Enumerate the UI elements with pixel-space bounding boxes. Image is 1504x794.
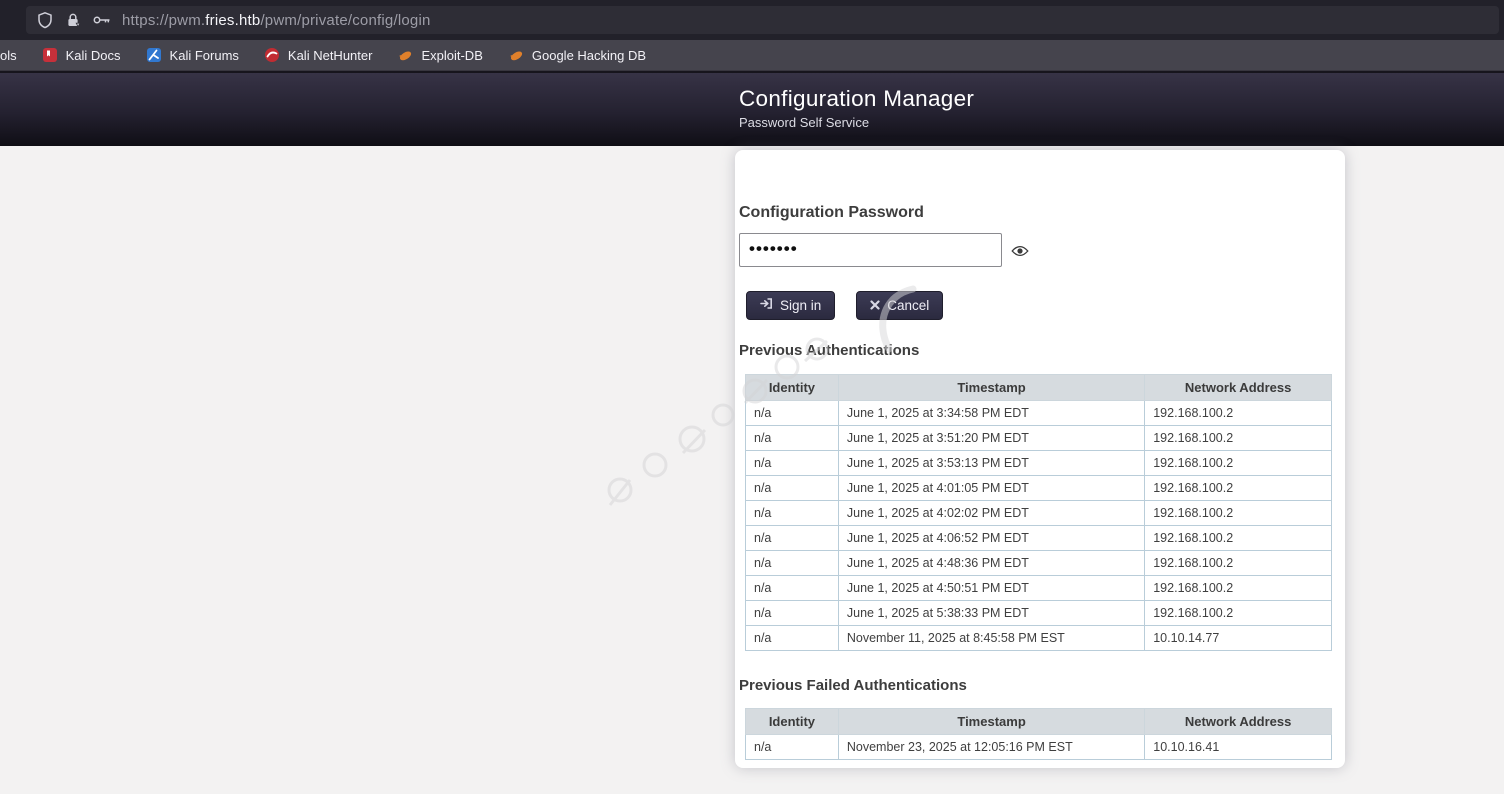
table-row: n/a June 1, 2025 at 3:51:20 PM EDT 192.1… — [746, 426, 1332, 451]
network-address-cell: 192.168.100.2 — [1145, 451, 1332, 476]
timestamp-cell: June 1, 2025 at 4:50:51 PM EDT — [838, 576, 1144, 601]
bookmark-kali-tools[interactable]: ols — [0, 48, 17, 63]
identity-cell: n/a — [746, 476, 839, 501]
table-header-row: Identity Timestamp Network Address — [746, 375, 1332, 401]
page-subtitle: Password Self Service — [739, 115, 974, 130]
identity-cell: n/a — [746, 401, 839, 426]
eye-icon[interactable] — [1011, 244, 1029, 262]
bookmark-kali-forums[interactable]: Kali Forums — [146, 47, 239, 64]
table-row: n/a June 1, 2025 at 4:06:52 PM EDT 192.1… — [746, 526, 1332, 551]
bookmark-exploit-db[interactable]: Exploit-DB — [397, 47, 482, 64]
url-bar[interactable]: https://pwm.fries.htb/pwm/private/config… — [26, 6, 1499, 34]
x-icon — [870, 298, 880, 313]
table-row: n/a June 1, 2025 at 3:34:58 PM EDT 192.1… — [746, 401, 1332, 426]
identity-cell: n/a — [746, 526, 839, 551]
timestamp-cell: June 1, 2025 at 4:02:02 PM EDT — [838, 501, 1144, 526]
config-password-input[interactable] — [739, 233, 1002, 267]
ghdb-bug-icon — [508, 47, 525, 64]
table-row: n/a June 1, 2025 at 4:02:02 PM EDT 192.1… — [746, 501, 1332, 526]
table-row: n/a November 11, 2025 at 8:45:58 PM EST … — [746, 626, 1332, 651]
timestamp-cell: November 23, 2025 at 12:05:16 PM EST — [838, 735, 1144, 760]
bookmark-label: Kali Docs — [66, 48, 121, 63]
network-address-cell: 192.168.100.2 — [1145, 551, 1332, 576]
table-row: n/a June 1, 2025 at 4:48:36 PM EDT 192.1… — [746, 551, 1332, 576]
kali-docs-icon — [42, 47, 59, 64]
failed-auth-table: Identity Timestamp Network Address n/a N… — [745, 708, 1332, 760]
identity-cell: n/a — [746, 426, 839, 451]
identity-cell: n/a — [746, 626, 839, 651]
network-address-cell: 10.10.16.41 — [1145, 735, 1332, 760]
timestamp-cell: June 1, 2025 at 3:34:58 PM EDT — [838, 401, 1144, 426]
bookmark-kali-docs[interactable]: Kali Docs — [42, 47, 121, 64]
kali-forums-icon — [146, 47, 163, 64]
cancel-button[interactable]: Cancel — [856, 291, 943, 320]
app-header: Configuration Manager Password Self Serv… — [0, 71, 1504, 146]
network-address-cell: 192.168.100.2 — [1145, 526, 1332, 551]
network-address-cell: 192.168.100.2 — [1145, 501, 1332, 526]
col-network-address: Network Address — [1145, 375, 1332, 401]
col-identity: Identity — [746, 709, 839, 735]
bookmark-label: Kali Forums — [170, 48, 239, 63]
exploitdb-bug-icon — [397, 47, 414, 64]
table-row: n/a November 23, 2025 at 12:05:16 PM EST… — [746, 735, 1332, 760]
lock-warning-icon[interactable] — [64, 11, 82, 29]
col-timestamp: Timestamp — [838, 375, 1144, 401]
network-address-cell: 192.168.100.2 — [1145, 601, 1332, 626]
config-password-heading: Configuration Password — [739, 204, 924, 222]
table-row: n/a June 1, 2025 at 5:38:33 PM EDT 192.1… — [746, 601, 1332, 626]
url-domain: fries.htb — [205, 12, 260, 29]
table-row: n/a June 1, 2025 at 4:50:51 PM EDT 192.1… — [746, 576, 1332, 601]
network-address-cell: 192.168.100.2 — [1145, 476, 1332, 501]
config-login-card: Configuration Password Sign in Cancel — [735, 150, 1345, 768]
timestamp-cell: June 1, 2025 at 4:01:05 PM EDT — [838, 476, 1144, 501]
key-icon[interactable] — [92, 11, 112, 29]
col-network-address: Network Address — [1145, 709, 1332, 735]
button-row: Sign in Cancel — [746, 291, 943, 320]
url-text: https://pwm.fries.htb/pwm/private/config… — [122, 12, 431, 29]
identity-cell: n/a — [746, 735, 839, 760]
col-identity: Identity — [746, 375, 839, 401]
network-address-cell: 192.168.100.2 — [1145, 401, 1332, 426]
page-title: Configuration Manager — [739, 86, 974, 112]
shield-icon[interactable] — [36, 11, 54, 29]
sign-in-button[interactable]: Sign in — [746, 291, 835, 320]
identity-cell: n/a — [746, 501, 839, 526]
table-row: n/a June 1, 2025 at 3:53:13 PM EDT 192.1… — [746, 451, 1332, 476]
bookmark-kali-nethunter[interactable]: Kali NetHunter — [264, 47, 373, 64]
col-timestamp: Timestamp — [838, 709, 1144, 735]
identity-cell: n/a — [746, 601, 839, 626]
sign-in-label: Sign in — [780, 298, 821, 313]
bookmark-label: ols — [0, 48, 17, 63]
timestamp-cell: June 1, 2025 at 3:53:13 PM EDT — [838, 451, 1144, 476]
previous-auth-heading: Previous Authentications — [739, 342, 919, 359]
url-prefix: https://pwm. — [122, 12, 205, 29]
table-row: n/a June 1, 2025 at 4:01:05 PM EDT 192.1… — [746, 476, 1332, 501]
timestamp-cell: June 1, 2025 at 4:48:36 PM EDT — [838, 551, 1144, 576]
bookmark-label: Kali NetHunter — [288, 48, 373, 63]
table-header-row: Identity Timestamp Network Address — [746, 709, 1332, 735]
identity-cell: n/a — [746, 551, 839, 576]
bookmark-label: Exploit-DB — [421, 48, 482, 63]
timestamp-cell: June 1, 2025 at 4:06:52 PM EDT — [838, 526, 1144, 551]
network-address-cell: 192.168.100.2 — [1145, 426, 1332, 451]
bookmarks-bar: ols Kali Docs Kali Forums Kali NetHunter… — [0, 40, 1504, 71]
bookmark-google-hacking-db[interactable]: Google Hacking DB — [508, 47, 646, 64]
kali-nethunter-icon — [264, 47, 281, 64]
network-address-cell: 10.10.14.77 — [1145, 626, 1332, 651]
timestamp-cell: June 1, 2025 at 3:51:20 PM EDT — [838, 426, 1144, 451]
url-path: /pwm/private/config/login — [260, 12, 430, 29]
login-arrow-icon — [760, 297, 773, 313]
previous-auth-table: Identity Timestamp Network Address n/a J… — [745, 374, 1332, 651]
timestamp-cell: June 1, 2025 at 5:38:33 PM EDT — [838, 601, 1144, 626]
network-address-cell: 192.168.100.2 — [1145, 576, 1332, 601]
bookmark-label: Google Hacking DB — [532, 48, 646, 63]
browser-toolbar: https://pwm.fries.htb/pwm/private/config… — [0, 0, 1504, 40]
identity-cell: n/a — [746, 576, 839, 601]
cancel-label: Cancel — [887, 298, 929, 313]
timestamp-cell: November 11, 2025 at 8:45:58 PM EST — [838, 626, 1144, 651]
failed-auth-heading: Previous Failed Authentications — [739, 677, 967, 694]
identity-cell: n/a — [746, 451, 839, 476]
